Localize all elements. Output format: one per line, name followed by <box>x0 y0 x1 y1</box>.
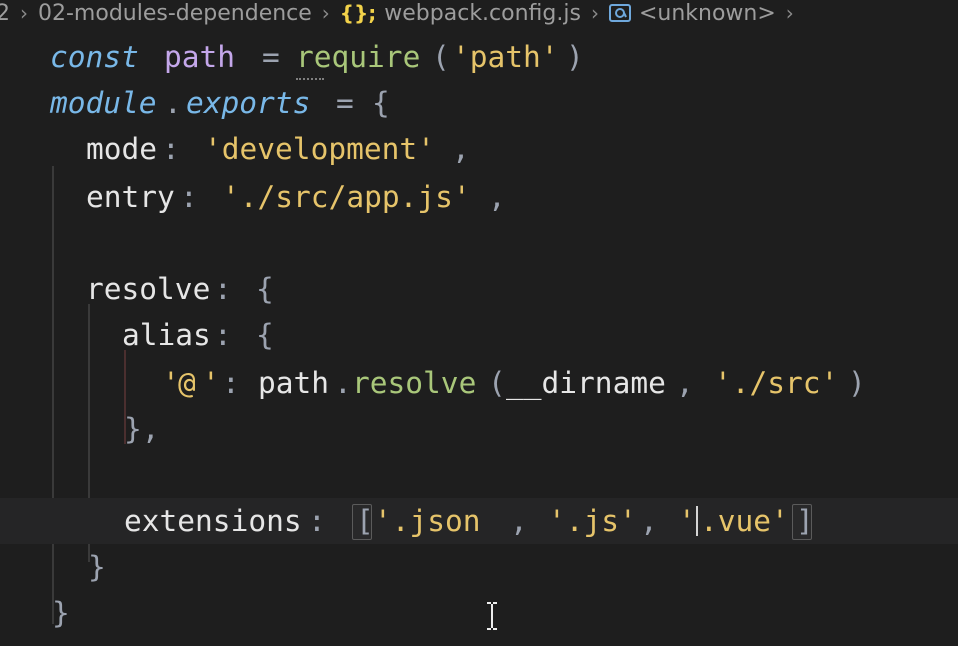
brace-close: } <box>88 550 106 584</box>
chevron-right-icon: › <box>590 1 599 25</box>
colon: : <box>162 132 180 166</box>
comma: , <box>640 504 658 538</box>
operator-equals: = <box>336 86 354 120</box>
identifier-module: module <box>50 86 157 120</box>
string-src: './src' <box>714 366 839 400</box>
paren-close: ) <box>848 366 866 400</box>
code-line[interactable]: ' @ ' : path . resolve ( __dirname , './… <box>0 360 958 406</box>
string-development: 'development' <box>204 132 435 166</box>
breadcrumb: 2 › 02-modules-dependence › {}; webpack.… <box>0 0 958 26</box>
breadcrumb-folder-label: 02-modules-dependence <box>38 0 312 26</box>
property-extensions: extensions <box>124 504 302 538</box>
string-json: '.json <box>374 504 481 538</box>
operator-equals: = <box>262 40 280 74</box>
braces-icon: {}; <box>339 1 377 25</box>
breadcrumb-prefix[interactable]: 2 <box>0 1 10 26</box>
breadcrumb-prefix-text: 2 <box>0 0 10 26</box>
comma: , <box>510 504 528 538</box>
bracket-close: ] <box>796 504 814 538</box>
code-line[interactable]: resolve : { <box>0 266 958 312</box>
code-area[interactable]: const path = require ( 'path' ) module .… <box>0 34 958 646</box>
comma: , <box>676 366 694 400</box>
code-line[interactable]: entry : './src/app.js' , <box>0 174 958 220</box>
identifier-exports: exports <box>186 86 311 120</box>
colon: : <box>214 272 232 306</box>
breadcrumb-file[interactable]: {}; webpack.config.js <box>340 1 581 26</box>
dot: . <box>164 86 182 120</box>
ibeam-cursor-icon <box>486 509 498 630</box>
code-line[interactable]: alias : { <box>0 312 958 358</box>
breadcrumb-folder[interactable]: 02-modules-dependence <box>38 1 312 26</box>
comma: , <box>488 180 506 214</box>
code-line[interactable]: } <box>0 590 958 636</box>
dot: . <box>334 366 352 400</box>
string-js: '.js' <box>548 504 637 538</box>
code-line[interactable]: const path = require ( 'path' ) <box>0 34 958 80</box>
property-entry: entry <box>86 180 175 214</box>
code-line[interactable]: mode : 'development' , <box>0 126 958 172</box>
string-vue-quote: ' <box>678 504 696 538</box>
code-line-blank[interactable] <box>0 220 958 266</box>
variable-path: path <box>164 40 236 74</box>
identifier-dirname: __dirname <box>506 366 666 400</box>
property-alias: alias <box>122 318 211 352</box>
string-alias-at: @ <box>178 366 196 400</box>
brace-close: }, <box>124 412 160 446</box>
code-line[interactable]: module . exports = { <box>0 80 958 126</box>
keyword-const: const <box>50 40 139 74</box>
colon: : <box>222 366 240 400</box>
bracket-open: [ <box>356 504 374 538</box>
comma: , <box>452 132 470 166</box>
paren-open: ( <box>432 40 450 74</box>
variable-symbol-icon <box>608 4 631 22</box>
hint-squiggle <box>296 72 324 80</box>
string-path: 'path' <box>452 40 559 74</box>
paren-close: ) <box>566 40 584 74</box>
code-line[interactable]: } <box>0 544 958 590</box>
brace-open: { <box>256 318 274 352</box>
code-line[interactable]: }, <box>0 406 958 452</box>
paren-open: ( <box>488 366 506 400</box>
string-quote-close: ' <box>202 366 220 400</box>
brace-open: { <box>256 272 274 306</box>
function-resolve: resolve <box>352 366 477 400</box>
breadcrumb-symbol-label: <unknown> <box>638 0 776 26</box>
breadcrumb-file-label: webpack.config.js <box>384 0 581 26</box>
text-cursor <box>696 506 698 536</box>
breadcrumb-symbol[interactable]: <unknown> <box>608 0 776 26</box>
string-entry-path: './src/app.js' <box>222 180 471 214</box>
string-vue: .vue' <box>700 504 789 538</box>
chevron-right-icon: › <box>785 1 794 25</box>
chevron-right-icon: › <box>321 1 330 25</box>
brace-close: } <box>52 596 70 630</box>
code-line-blank[interactable] <box>0 452 958 498</box>
property-mode: mode <box>86 132 158 166</box>
colon: : <box>180 180 198 214</box>
identifier-path: path <box>258 366 330 400</box>
code-line-current[interactable]: extensions : [ '.json , '.js' , ' .vue' … <box>0 498 958 630</box>
brace-open: { <box>372 86 390 120</box>
colon: : <box>308 504 326 538</box>
chevron-right-icon: › <box>20 1 28 25</box>
code-editor-window: 2 › 02-modules-dependence › {}; webpack.… <box>0 0 958 646</box>
property-resolve: resolve <box>86 272 211 306</box>
colon: : <box>214 318 232 352</box>
